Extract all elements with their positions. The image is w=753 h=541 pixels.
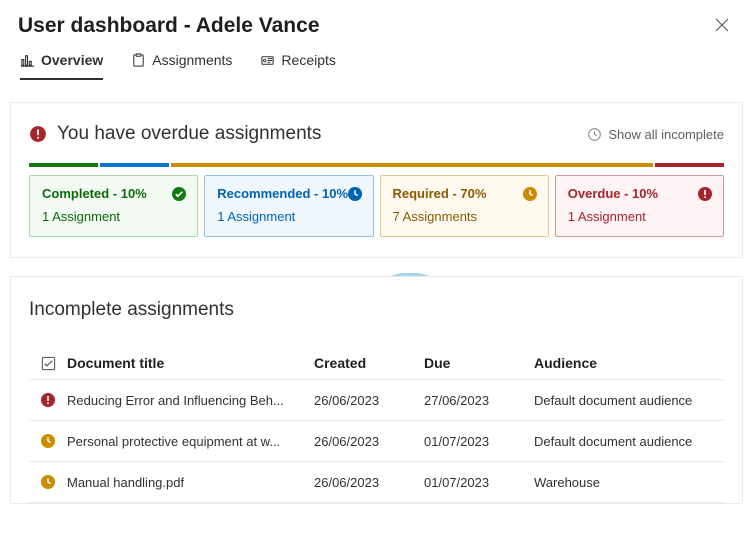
- status-card-required[interactable]: Required - 70% 7 Assignments: [380, 175, 549, 237]
- status-panel: You have overdue assignments Show all in…: [10, 102, 743, 258]
- alert-message: You have overdue assignments: [57, 123, 321, 145]
- check-circle-icon: [171, 186, 187, 205]
- tab-label: Assignments: [152, 52, 232, 68]
- row-status-icon: [29, 392, 67, 408]
- status-card-overdue[interactable]: Overdue - 10% 1 Assignment: [555, 175, 724, 237]
- overview-icon: [20, 53, 35, 68]
- close-button[interactable]: [711, 14, 733, 36]
- card-title: Completed - 10%: [42, 186, 185, 201]
- assignments-icon: [131, 53, 146, 68]
- show-all-incomplete-link[interactable]: Show all incomplete: [587, 127, 724, 142]
- tab-overview[interactable]: Overview: [20, 52, 103, 80]
- row-audience: Default document audience: [534, 393, 724, 408]
- clock-icon: [587, 127, 602, 142]
- receipts-icon: [260, 53, 275, 68]
- row-audience: Default document audience: [534, 434, 724, 449]
- table-row[interactable]: Reducing Error and Influencing Beh...26/…: [29, 380, 724, 421]
- card-title: Overdue - 10%: [568, 186, 711, 201]
- col-due[interactable]: Due: [424, 355, 534, 371]
- progress-segment: [29, 163, 98, 167]
- card-title: Required - 70%: [393, 186, 536, 201]
- tab-assignments[interactable]: Assignments: [131, 52, 232, 80]
- table-header: Document title Created Due Audience: [29, 347, 724, 380]
- row-due: 01/07/2023: [424, 434, 534, 449]
- row-title: Manual handling.pdf: [67, 475, 314, 490]
- progress-segment: [655, 163, 724, 167]
- row-created: 26/06/2023: [314, 393, 424, 408]
- alert-circle-icon: [697, 186, 713, 205]
- row-status-icon: [29, 433, 67, 449]
- close-icon: [715, 18, 729, 32]
- col-created[interactable]: Created: [314, 355, 424, 371]
- clock-icon: [522, 186, 538, 205]
- status-card-recommended[interactable]: Recommended - 10% 1 Assignment: [204, 175, 373, 237]
- section-title: Incomplete assignments: [29, 299, 724, 321]
- status-card-completed[interactable]: Completed - 10% 1 Assignment: [29, 175, 198, 237]
- card-subtitle: 7 Assignments: [393, 209, 536, 224]
- card-subtitle: 1 Assignment: [42, 209, 185, 224]
- tab-receipts[interactable]: Receipts: [260, 52, 335, 80]
- show-all-label: Show all incomplete: [608, 127, 724, 142]
- col-document-title[interactable]: Document title: [67, 355, 314, 371]
- row-title: Personal protective equipment at w...: [67, 434, 314, 449]
- row-due: 27/06/2023: [424, 393, 534, 408]
- table-row[interactable]: Personal protective equipment at w...26/…: [29, 421, 724, 462]
- tab-label: Overview: [41, 52, 103, 68]
- clock-icon: [347, 186, 363, 205]
- progress-segment: [100, 163, 169, 167]
- incomplete-section: Incomplete assignments Document title Cr…: [10, 276, 743, 504]
- select-all-checkbox[interactable]: [29, 356, 67, 371]
- row-status-icon: [29, 474, 67, 490]
- alert-row: You have overdue assignments: [29, 123, 321, 145]
- page-title: User dashboard - Adele Vance: [18, 14, 320, 38]
- table-row[interactable]: Manual handling.pdf26/06/202301/07/2023W…: [29, 462, 724, 503]
- tab-label: Receipts: [281, 52, 335, 68]
- table-body: Reducing Error and Influencing Beh...26/…: [29, 380, 724, 503]
- card-subtitle: 1 Assignment: [568, 209, 711, 224]
- checkbox-icon: [41, 356, 56, 371]
- card-subtitle: 1 Assignment: [217, 209, 360, 224]
- tab-bar: Overview Assignments Receipts: [0, 38, 753, 80]
- row-created: 26/06/2023: [314, 475, 424, 490]
- col-audience[interactable]: Audience: [534, 355, 724, 371]
- alert-circle-icon: [29, 125, 47, 143]
- progress-segment: [171, 163, 653, 167]
- card-title: Recommended - 10%: [217, 186, 360, 201]
- row-title: Reducing Error and Influencing Beh...: [67, 393, 314, 408]
- progress-bar: [29, 163, 724, 167]
- panel-header: You have overdue assignments Show all in…: [29, 123, 724, 145]
- row-created: 26/06/2023: [314, 434, 424, 449]
- header: User dashboard - Adele Vance: [0, 0, 753, 38]
- row-audience: Warehouse: [534, 475, 724, 490]
- row-due: 01/07/2023: [424, 475, 534, 490]
- status-cards: Completed - 10%1 AssignmentRecommended -…: [29, 175, 724, 237]
